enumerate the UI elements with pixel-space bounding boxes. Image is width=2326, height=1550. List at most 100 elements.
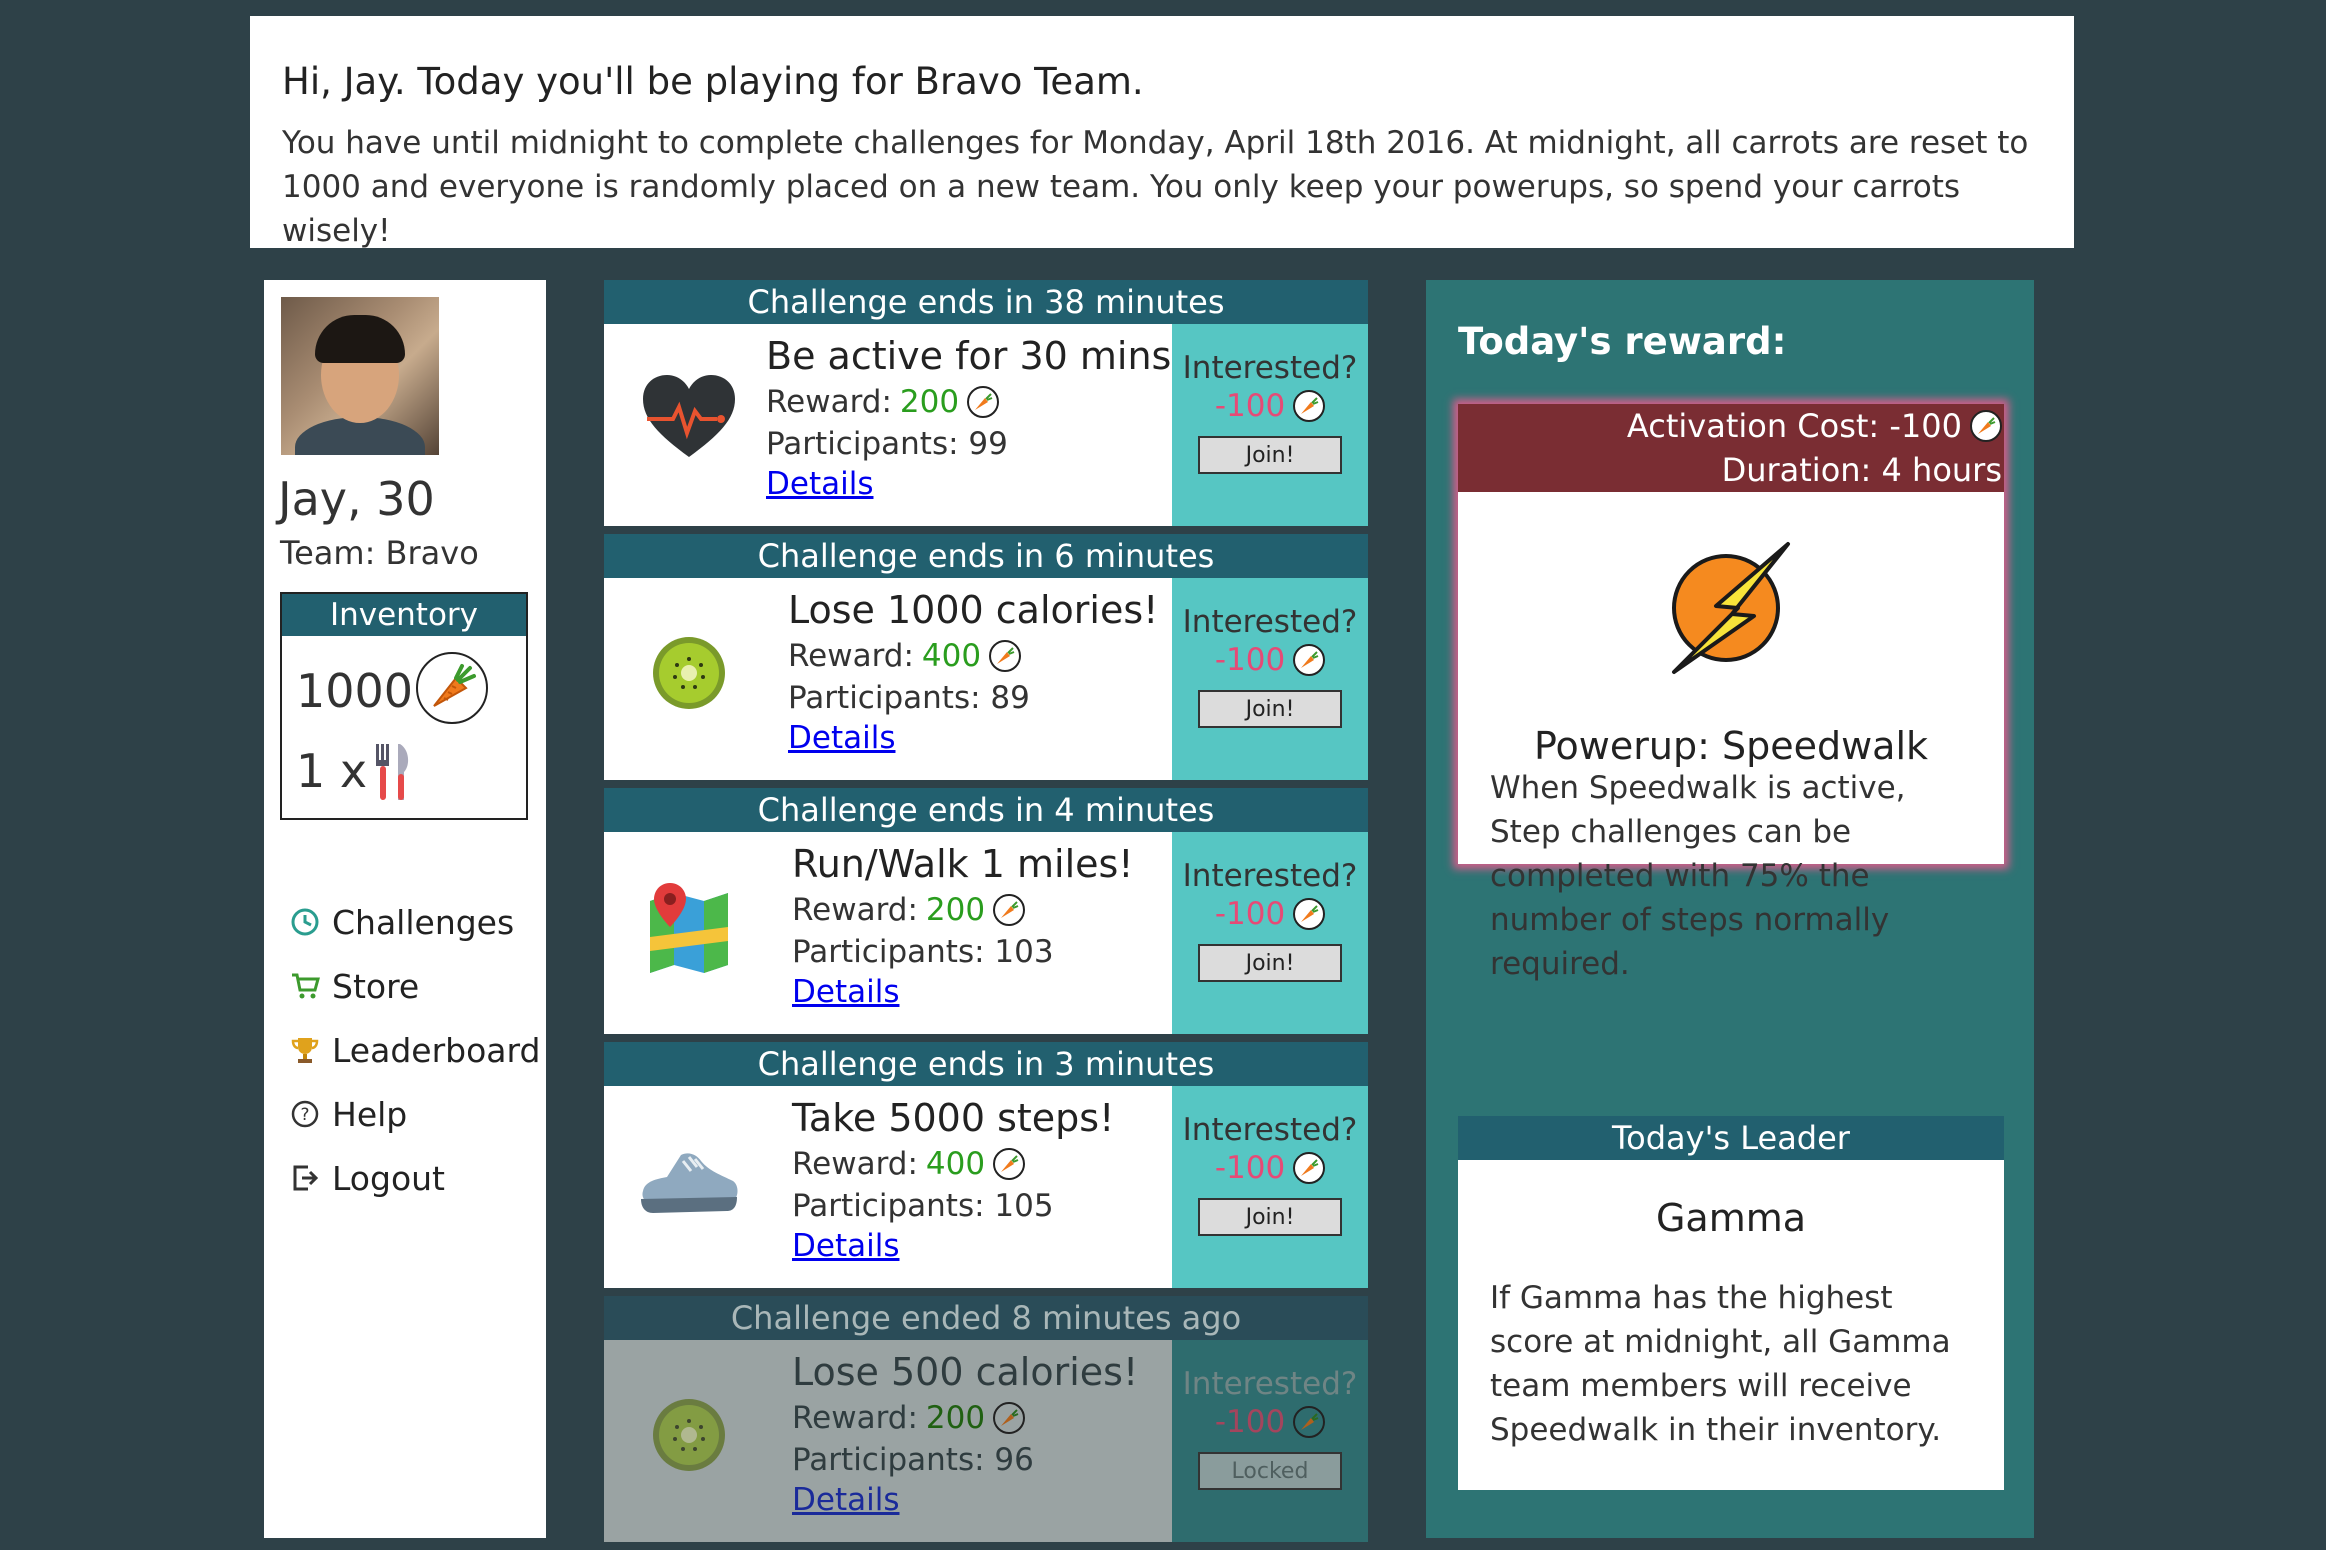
powerup-card: Activation Cost: -100 Duration: 4 hours …	[1458, 404, 2004, 982]
reward-heading: Today's reward:	[1458, 320, 1787, 363]
kiwi-icon	[634, 1380, 744, 1490]
carrot-icon	[416, 652, 488, 724]
join-cost: -100	[1214, 1150, 1286, 1186]
main-nav: Challenges Store Leaderboard ? Help Logo…	[288, 890, 540, 1210]
nav-challenges[interactable]: Challenges	[288, 890, 540, 954]
leader-team: Gamma	[1655, 1196, 1807, 1240]
interested-label: Interested?	[1182, 858, 1358, 894]
challenge-title: Take 5000 steps!	[792, 1096, 1115, 1140]
nav-label: Help	[332, 1094, 408, 1134]
join-cost: -100	[1214, 896, 1286, 932]
reward-value: 200	[925, 1400, 986, 1436]
inventory-title: Inventory	[282, 594, 526, 636]
interested-label: Interested?	[1182, 350, 1358, 386]
carrot-count: 1000	[296, 664, 414, 718]
join-panel: Interested? -100 Locked	[1172, 1340, 1368, 1542]
participants: Participants: 96	[792, 1442, 1034, 1478]
user-name-age: Jay, 30	[278, 472, 435, 526]
heart-rate-icon	[634, 364, 744, 474]
details-link[interactable]: Details	[792, 974, 1134, 1010]
join-panel: Interested? -100 Join!	[1172, 1086, 1368, 1288]
logout-icon	[288, 1161, 322, 1195]
carrot-coin-icon	[993, 1148, 1026, 1180]
join-panel: Interested? -100 Join!	[1172, 578, 1368, 780]
carrot-coin-icon	[1293, 1152, 1326, 1184]
challenge-card: Challenge ends in 4 minutes Run/Walk 1 m…	[604, 788, 1368, 1034]
join-button[interactable]: Join!	[1198, 436, 1342, 474]
interested-label: Interested?	[1182, 604, 1358, 640]
nav-label: Store	[332, 966, 420, 1006]
reward-value: 400	[921, 638, 982, 674]
participants: Participants: 99	[766, 426, 1008, 462]
right-panel: Today's reward: Activation Cost: -100 Du…	[1426, 280, 2034, 1538]
challenge-title: Lose 500 calories!	[792, 1350, 1139, 1394]
powerup-name: Powerup: Speedwalk	[1533, 724, 1929, 768]
sidebar: Jay, 30 Team: Bravo Inventory 1000 1 x C…	[264, 280, 546, 1538]
inventory-box: Inventory 1000 1 x	[280, 592, 528, 820]
welcome-banner: Hi, Jay. Today you'll be playing for Bra…	[250, 16, 2074, 249]
sneaker-icon	[634, 1126, 744, 1236]
join-button[interactable]: Join!	[1198, 690, 1342, 728]
challenge-timer: Challenge ends in 6 minutes	[604, 534, 1368, 578]
powerup-description: When Speedwalk is active, Step challenge…	[1490, 770, 1906, 982]
interested-label: Interested?	[1182, 1112, 1358, 1148]
participants: Participants: 105	[792, 1188, 1054, 1224]
activation-cost: Activation Cost: -100	[1626, 407, 1962, 445]
nav-leaderboard[interactable]: Leaderboard	[288, 1018, 540, 1082]
nav-label: Challenges	[332, 902, 515, 942]
powerup-header: Activation Cost: -100 Duration: 4 hours	[1458, 404, 2004, 492]
challenge-timer: Challenge ends in 4 minutes	[604, 788, 1368, 832]
carrot-coin-icon	[989, 640, 1022, 672]
challenge-card: Challenge ends in 6 minutes Lose 1000 ca…	[604, 534, 1368, 780]
leader-card: Today's Leader Gamma If Gamma has the hi…	[1458, 1116, 2004, 1490]
challenge-timer: Challenge ends in 38 minutes	[604, 280, 1368, 324]
carrot-coin-icon	[1970, 410, 2002, 442]
challenge-timer: Challenge ended 8 minutes ago	[604, 1296, 1368, 1340]
challenge-card: Challenge ends in 3 minutes Take 5000 st…	[604, 1042, 1368, 1288]
kiwi-icon	[634, 618, 744, 728]
carrot-coin-icon	[1293, 644, 1326, 676]
challenge-timer: Challenge ends in 3 minutes	[604, 1042, 1368, 1086]
leader-heading: Today's Leader	[1458, 1116, 2004, 1160]
details-link[interactable]: Details	[766, 466, 1187, 502]
carrot-coin-icon	[1293, 390, 1326, 422]
clock-icon	[288, 905, 322, 939]
challenge-card: Challenge ends in 38 minutes Be active f…	[604, 280, 1368, 526]
carrot-coin-icon	[1293, 1406, 1326, 1438]
join-button[interactable]: Join!	[1198, 944, 1342, 982]
nav-label: Leaderboard	[332, 1030, 541, 1070]
carrot-coin-icon	[967, 386, 1000, 418]
reward-value: 200	[925, 892, 986, 928]
participants: Participants: 89	[788, 680, 1030, 716]
join-panel: Interested? -100 Join!	[1172, 832, 1368, 1034]
cart-icon	[288, 969, 322, 1003]
cutlery-count: 1 x	[296, 744, 368, 798]
details-link[interactable]: Details	[792, 1228, 1114, 1264]
greeting: Hi, Jay. Today you'll be playing for Bra…	[282, 60, 1144, 103]
banner-message: You have until midnight to complete chal…	[282, 125, 2029, 249]
nav-logout[interactable]: Logout	[288, 1146, 540, 1210]
lightning-bolt-icon	[1666, 540, 1796, 684]
user-team: Team: Bravo	[280, 534, 479, 572]
cutlery-icon	[370, 742, 414, 806]
duration: Duration: 4 hours	[1721, 451, 2002, 489]
join-cost: -100	[1214, 642, 1286, 678]
carrot-coin-icon	[1293, 898, 1326, 930]
join-button[interactable]: Join!	[1198, 1198, 1342, 1236]
avatar	[281, 297, 439, 455]
reward-label: Reward:	[766, 384, 892, 420]
challenge-card-locked: Challenge ended 8 minutes ago Lose 500 c…	[604, 1296, 1368, 1542]
carrot-coin-icon	[993, 894, 1026, 926]
reward-value: 200	[899, 384, 960, 420]
interested-label: Interested?	[1182, 1366, 1358, 1402]
details-link[interactable]: Details	[792, 1482, 1138, 1518]
participants: Participants: 103	[792, 934, 1054, 970]
details-link[interactable]: Details	[788, 720, 1158, 756]
reward-label: Reward:	[788, 638, 914, 674]
nav-help[interactable]: ? Help	[288, 1082, 540, 1146]
reward-value: 400	[925, 1146, 986, 1182]
trophy-icon	[288, 1033, 322, 1067]
join-panel: Interested? -100 Join!	[1172, 324, 1368, 526]
carrot-coin-icon	[993, 1402, 1026, 1434]
nav-store[interactable]: Store	[288, 954, 540, 1018]
